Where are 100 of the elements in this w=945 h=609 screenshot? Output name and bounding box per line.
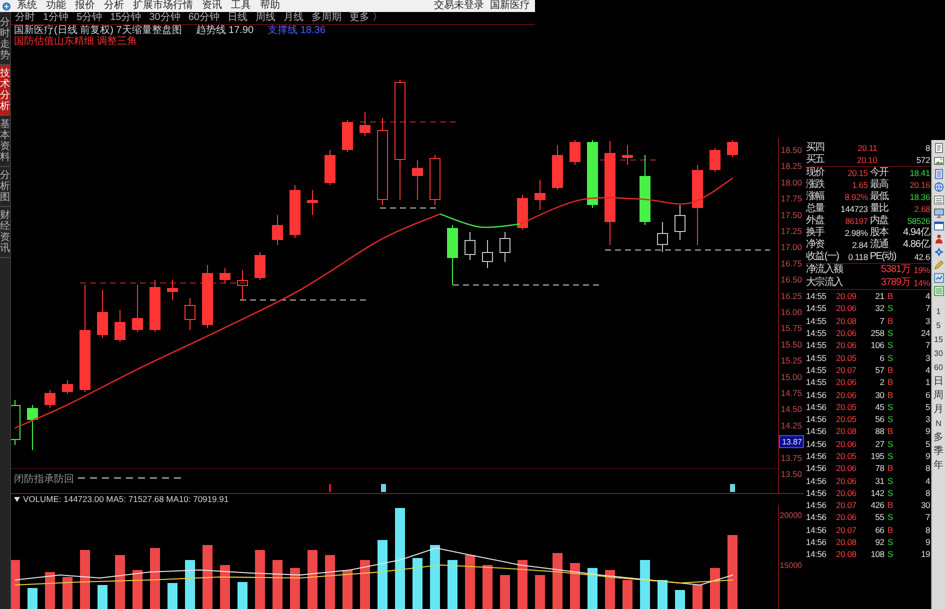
period-shortcut[interactable]: 多 [934,431,944,445]
quote-label: 今开 [870,167,890,178]
indicator-label: 闭防指承防回 [14,474,74,485]
bid-volume: 572 [916,154,930,166]
trade-volume: 27 [875,438,884,450]
pencil-icon[interactable] [934,260,944,270]
period-button[interactable]: 周线 [256,12,276,24]
person-icon[interactable] [934,234,944,244]
app-logo-icon[interactable] [2,2,11,10]
monitor-icon[interactable] [934,208,944,218]
period-button[interactable]: 更多 〉 [350,12,382,24]
period-button[interactable]: 月线 [284,12,304,24]
period-shortcut[interactable]: 日 [934,375,944,389]
document-icon[interactable] [934,143,944,153]
trade-count: 4 [925,364,930,376]
volume-bar [692,585,702,609]
period-shortcut[interactable]: 5 [936,319,941,333]
period-shortcut[interactable]: 1 [936,305,941,319]
document-icon[interactable] [934,169,944,179]
period-shortcut[interactable]: 15 [934,333,943,347]
period-shortcut[interactable]: N [936,417,942,431]
trade-side: S [888,339,894,352]
trade-side: S [888,548,894,560]
price-axis-label: 15.50 [780,339,802,350]
period-button[interactable]: 日线 [228,12,248,24]
period-shortcut[interactable]: 60 [934,361,943,375]
period-shortcut[interactable]: 季 [934,445,944,459]
trade-volume: 92 [875,536,884,548]
price-axis-label: 15.00 [780,372,802,382]
side-tab[interactable]: 技术分析 [0,65,10,116]
price-axis-label: 15.75 [780,323,802,334]
trade-price: 20.05 [836,352,856,364]
trade-volume: 106 [870,339,884,352]
side-tab[interactable]: 财经资讯 [0,207,10,258]
menu-item[interactable]: 资讯 [202,0,222,12]
trade-count: 24 [920,327,930,340]
trade-price: 20.06 [836,511,856,524]
menu-item[interactable]: 工具 [231,0,251,12]
tile-icon[interactable] [934,273,944,283]
menu-item[interactable]: 帮助 [260,0,280,12]
volume-bar [570,563,580,609]
period-button[interactable]: 5分钟 [76,12,102,24]
menu-item[interactable]: 报价 [75,0,95,12]
quote-value: 86197 [845,215,868,227]
quote-value: 18.41 [910,167,930,179]
volume-legend: VOLUME: 144723.00 MA5: 71527.68 MA10: 70919.91 [23,494,229,505]
period-button[interactable]: 分时 [15,12,35,24]
trade-time: 14:55 [806,364,826,376]
trade-price: 20.06 [836,388,856,401]
side-tab[interactable]: 基本资料 [0,116,10,167]
volume-bar [185,560,195,609]
volume-bar [500,575,510,609]
chart-title: 国新医疗(日线 前复权) 7天缩量整盘图 [14,25,182,36]
trade-time: 14:55 [806,327,826,340]
menu-item[interactable]: 分析 [104,0,124,12]
period-shortcut[interactable]: 月 [934,403,944,417]
period-button[interactable]: 30分钟 [149,12,180,24]
tile-icon[interactable] [934,286,944,296]
trade-volume: 21 [875,290,884,302]
candle [412,160,423,200]
volume-bar [535,575,545,609]
period-shortcut[interactable]: 30 [934,347,943,361]
trade-side: S [888,474,894,487]
quote-value: 1.65 [852,179,868,191]
period-button[interactable]: 60分钟 [188,12,220,24]
trade-volume: 32 [875,302,884,314]
side-tab[interactable]: 分析图 [0,167,10,207]
trade-time: 14:55 [806,302,826,314]
period-shortcut[interactable]: 年 [934,459,944,473]
list-icon[interactable] [934,195,944,205]
period-button[interactable]: 15分钟 [110,12,142,24]
period-shortcut[interactable]: 周 [934,389,944,403]
menu-item[interactable]: 功能 [46,0,66,12]
quote-value: 144723 [840,203,868,215]
trade-price: 20.06 [836,474,856,487]
quote-value: 2.84 [852,239,868,251]
trade-price: 20.06 [836,302,856,314]
trade-time: 14:55 [806,314,826,327]
volume-axis-label: 20000 [780,511,802,520]
trade-time: 14:56 [806,425,826,438]
cross-icon[interactable] [934,247,944,257]
trade-time: 14:56 [806,450,826,462]
trade-volume: 195 [870,450,884,462]
trade-volume: 426 [870,499,884,512]
bid-price: 20.11 [858,142,878,154]
period-button[interactable]: 1分钟 [43,12,69,24]
caret-icon[interactable] [14,497,20,502]
volume-bar [710,568,720,609]
trade-price: 20.05 [836,450,856,462]
trade-side: S [888,413,894,426]
trade-count: 8 [925,486,930,499]
quote-label: 净流入额 [806,264,843,276]
globe-icon[interactable] [934,182,944,192]
period-button[interactable]: 多周期 [312,12,342,24]
trade-time: 14:56 [806,474,826,487]
window-icon[interactable] [934,221,944,231]
candle [202,264,213,328]
picture-icon[interactable] [934,156,944,166]
trade-price: 20.06 [836,486,856,499]
volume-bar [360,560,370,609]
